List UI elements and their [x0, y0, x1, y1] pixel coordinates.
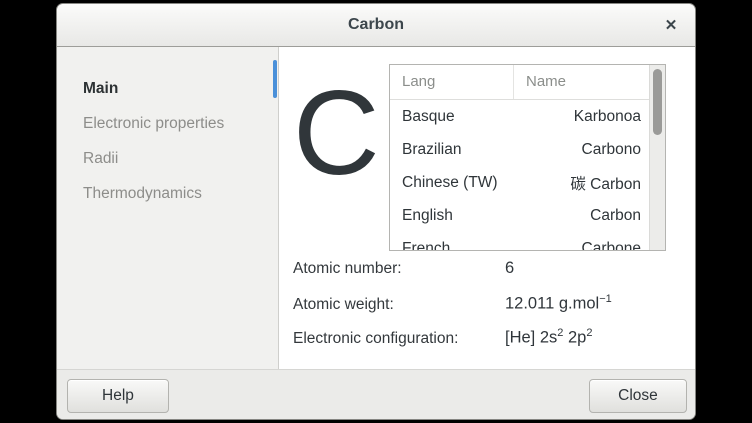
property-label: Atomic number: — [293, 260, 505, 278]
table-row[interactable]: Brazilian Carbono — [390, 133, 665, 166]
sidebar-item-main[interactable]: Main — [57, 71, 278, 106]
window-title: Carbon — [57, 16, 695, 34]
lang-cell: English — [390, 207, 514, 225]
table-header: Lang Name — [390, 65, 665, 100]
element-names-table: Lang Name Basque Karbonoa Brazilian Carb… — [389, 64, 666, 251]
element-dialog-window: Carbon ✕ Main Electronic properties Radi… — [56, 3, 696, 420]
property-label: Electronic configuration: — [293, 330, 505, 348]
table-scrollbar[interactable] — [649, 65, 665, 250]
dialog-body: Main Electronic properties Radii Thermod… — [57, 47, 695, 369]
name-cell: Carbono — [514, 141, 665, 159]
table-scrollbar-thumb[interactable] — [653, 69, 662, 135]
main-panel: C Lang Name Basque Karbonoa Brazilian Ca… — [279, 47, 695, 369]
sidebar: Main Electronic properties Radii Thermod… — [57, 47, 279, 369]
property-label: Atomic weight: — [293, 296, 505, 314]
table-row[interactable]: Basque Karbonoa — [390, 100, 665, 133]
titlebar[interactable]: Carbon ✕ — [57, 4, 695, 47]
table-row[interactable]: Chinese (TW) 碳 Carbon — [390, 166, 665, 199]
close-icon[interactable]: ✕ — [659, 14, 683, 38]
help-button[interactable]: Help — [67, 379, 169, 413]
sidebar-item-thermodynamics[interactable]: Thermodynamics — [57, 176, 278, 211]
property-atomic-weight: Atomic weight: 12.011 g.mol−1 — [293, 293, 685, 327]
name-cell: Carbone — [514, 240, 665, 252]
column-header-lang[interactable]: Lang — [390, 65, 514, 99]
property-value: 12.011 g.mol−1 — [505, 293, 612, 314]
name-cell: 碳 Carbon — [514, 172, 665, 194]
sidebar-item-electronic-properties[interactable]: Electronic properties — [57, 106, 278, 141]
property-atomic-number: Atomic number: 6 — [293, 259, 685, 293]
name-cell: Carbon — [514, 207, 665, 225]
table-row[interactable]: French Carbone — [390, 232, 665, 251]
property-value: [He] 2s2 2p2 — [505, 327, 592, 348]
lang-cell: French — [390, 240, 514, 252]
sidebar-item-radii[interactable]: Radii — [57, 141, 278, 176]
property-electronic-configuration: Electronic configuration: [He] 2s2 2p2 — [293, 327, 685, 361]
lang-cell: Brazilian — [390, 141, 514, 159]
property-value: 6 — [505, 259, 514, 278]
sidebar-scrollbar-thumb[interactable] — [273, 60, 277, 98]
name-cell: Karbonoa — [514, 108, 665, 126]
properties-list: Atomic number: 6 Atomic weight: 12.011 g… — [293, 259, 685, 361]
element-symbol: C — [293, 73, 380, 193]
column-header-name[interactable]: Name — [514, 65, 665, 99]
close-button[interactable]: Close — [589, 379, 687, 413]
dialog-action-area: Help Close — [57, 369, 695, 420]
lang-cell: Basque — [390, 108, 514, 126]
table-row[interactable]: English Carbon — [390, 199, 665, 232]
lang-cell: Chinese (TW) — [390, 174, 514, 192]
